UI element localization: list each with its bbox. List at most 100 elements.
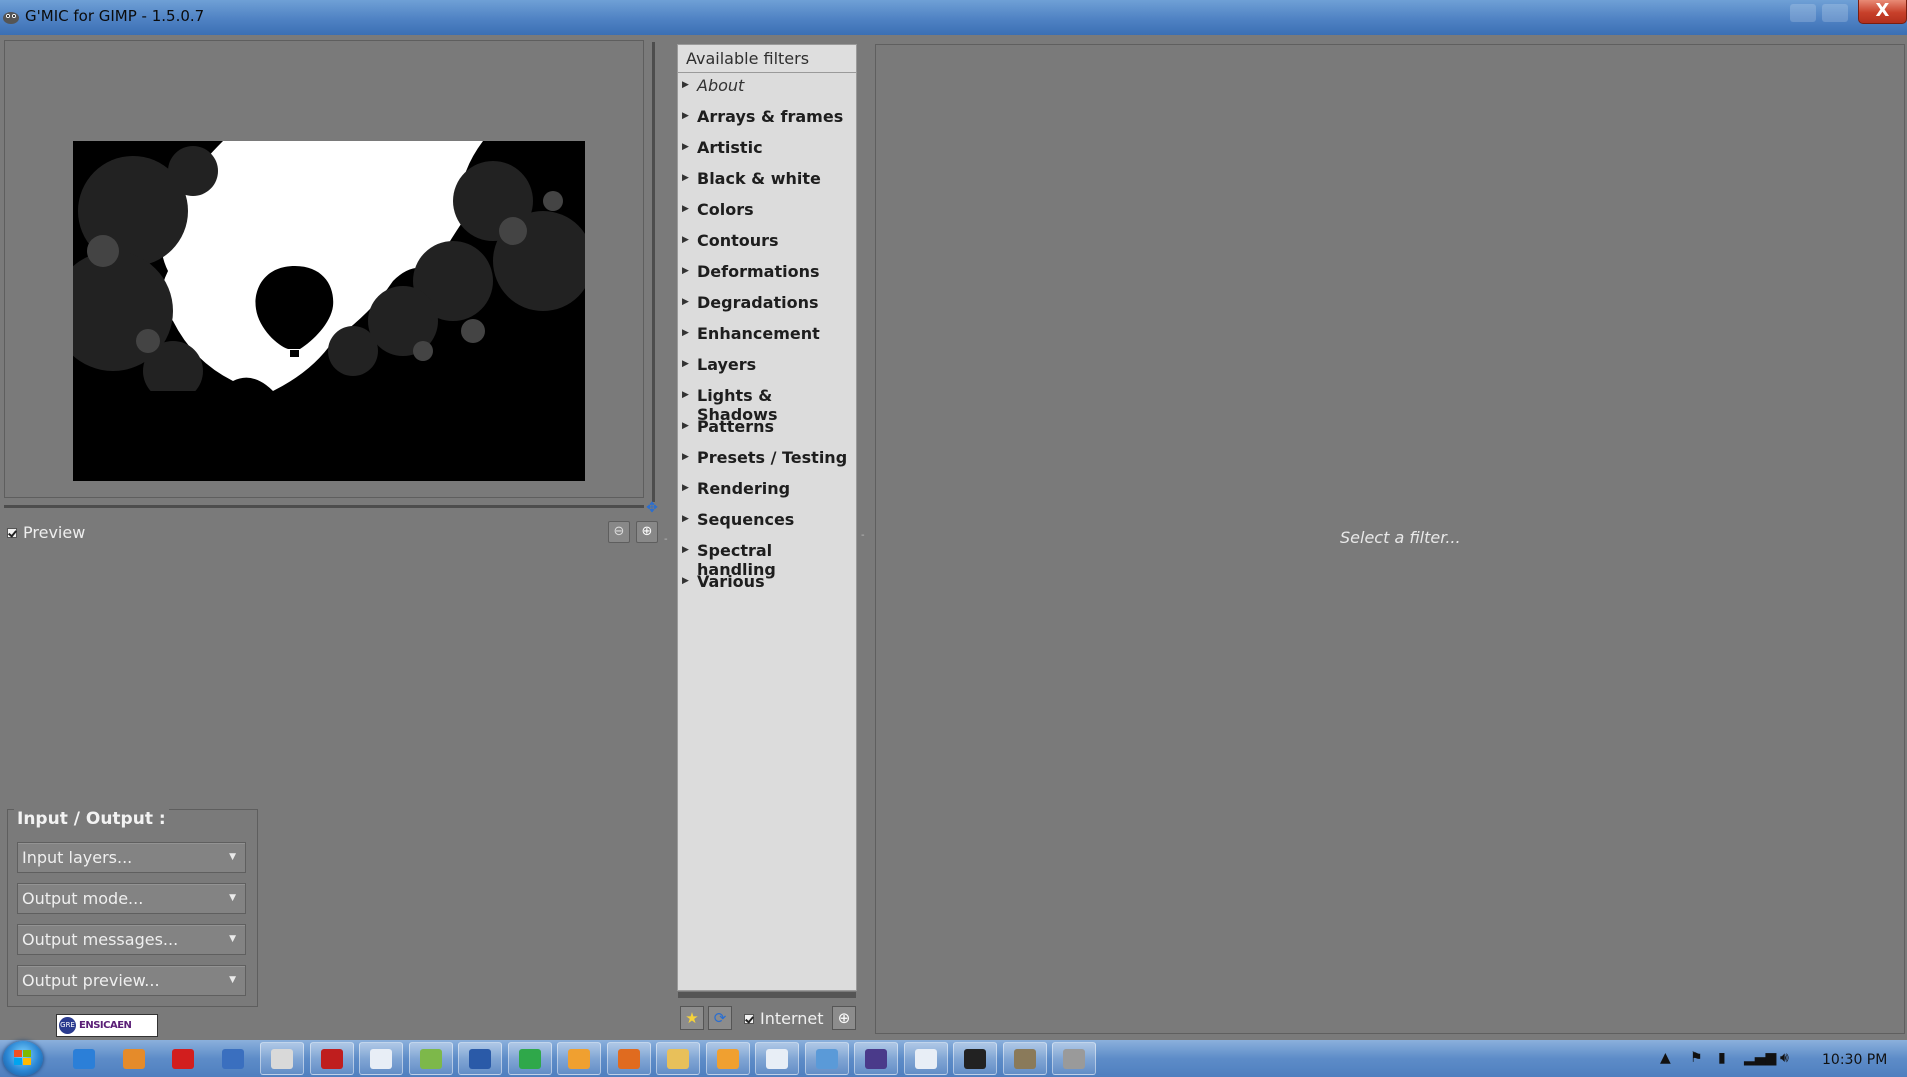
- expand-arrow-icon[interactable]: ▶: [682, 514, 689, 524]
- vertical-splitter[interactable]: [652, 42, 655, 502]
- filter-category-item[interactable]: ▶ Patterns: [678, 416, 856, 444]
- zoom-out-button[interactable]: ⊖: [608, 521, 630, 543]
- filters-tree[interactable]: ▶ About ▶ Arrays & frames ▶ Artistic ▶ Black & …: [677, 73, 857, 991]
- filter-category-item[interactable]: ▶ Presets / Testing: [678, 447, 856, 475]
- filter-category-item[interactable]: ▶ Sequences: [678, 509, 856, 537]
- taskbar-app-button[interactable]: [1002, 1042, 1047, 1075]
- expand-arrow-icon[interactable]: ▶: [682, 173, 689, 183]
- filter-category-item[interactable]: ▶ Degradations: [678, 292, 856, 320]
- horizontal-splitter[interactable]: [4, 505, 644, 508]
- internet-checkbox[interactable]: Internet: [744, 1009, 824, 1028]
- zoom-icon: ⊕: [837, 1009, 851, 1027]
- taskbar-app-button[interactable]: [705, 1042, 750, 1075]
- expand-arrow-icon[interactable]: ▶: [682, 204, 689, 214]
- taskbar-app-button[interactable]: [656, 1042, 700, 1075]
- preview-checkbox-box[interactable]: [7, 527, 17, 538]
- taskbar-app-button[interactable]: [309, 1042, 354, 1075]
- filter-category-label: Presets / Testing: [697, 448, 848, 467]
- network-icon[interactable]: ▂▄▆: [1744, 1050, 1776, 1066]
- expand-arrow-icon[interactable]: ▶: [682, 142, 689, 152]
- filter-category-item[interactable]: ▶ Black & white: [678, 168, 856, 196]
- output-messages-select[interactable]: Output messages... ▼: [17, 924, 246, 955]
- filter-category-item[interactable]: ▶ Deformations: [678, 261, 856, 289]
- ensicaen-logo[interactable]: GRE ENSICAEN: [56, 1014, 158, 1037]
- filter-category-item[interactable]: ▶ Artistic: [678, 137, 856, 165]
- taskbar-app-button[interactable]: [903, 1042, 948, 1075]
- taskbar-app-button[interactable]: [260, 1042, 304, 1075]
- minimize-button[interactable]: [1790, 4, 1816, 22]
- expand-arrow-icon[interactable]: ▶: [682, 80, 689, 90]
- expand-arrow-icon[interactable]: ▶: [682, 266, 689, 276]
- taskbar-app-button[interactable]: [1052, 1042, 1096, 1075]
- filter-category-item[interactable]: ▶ About: [678, 75, 856, 103]
- filter-category-label: Black & white: [697, 169, 821, 188]
- taskbar-app-button[interactable]: [458, 1042, 502, 1075]
- window-app-icon-2: [766, 1048, 788, 1069]
- expand-arrow-icon[interactable]: ▶: [682, 390, 689, 400]
- tree-horizontal-scrollbar[interactable]: [678, 992, 856, 998]
- taskbar-app-button[interactable]: [112, 1042, 156, 1075]
- taskbar-app-button[interactable]: [755, 1042, 799, 1075]
- filter-category-label: Degradations: [697, 293, 819, 312]
- taskbar-app-button[interactable]: [62, 1042, 106, 1075]
- expand-arrow-icon[interactable]: ▶: [682, 111, 689, 121]
- expand-arrow-icon[interactable]: ▶: [682, 359, 689, 369]
- expand-arrow-icon[interactable]: ▶: [682, 421, 689, 431]
- left-splitter-handle[interactable]: -: [664, 534, 668, 545]
- expand-arrow-icon[interactable]: ▶: [682, 576, 689, 586]
- taskbar-app-button[interactable]: [211, 1042, 255, 1075]
- filter-category-item[interactable]: ▶ Rendering: [678, 478, 856, 506]
- expand-arrow-icon[interactable]: ▶: [682, 297, 689, 307]
- taskbar-app-button[interactable]: [854, 1042, 898, 1075]
- taskbar-app-button[interactable]: [161, 1042, 205, 1075]
- close-button[interactable]: X: [1858, 0, 1907, 24]
- expand-arrow-icon[interactable]: ▶: [682, 483, 689, 493]
- action-center-flag-icon[interactable]: ⚑: [1690, 1050, 1703, 1066]
- taskbar-app-button[interactable]: [606, 1042, 651, 1075]
- show-hidden-icons-icon[interactable]: ▲: [1660, 1050, 1671, 1066]
- filter-category-item[interactable]: ▶ Contours: [678, 230, 856, 258]
- power-icon[interactable]: ▮: [1718, 1050, 1726, 1066]
- filter-category-item[interactable]: ▶ Enhancement: [678, 323, 856, 351]
- output-mode-select[interactable]: Output mode... ▼: [17, 883, 246, 914]
- start-button[interactable]: [3, 1041, 43, 1076]
- expand-arrow-icon[interactable]: ▶: [682, 545, 689, 555]
- volume-icon[interactable]: 🔊︎: [1780, 1050, 1789, 1066]
- taskbar-app-button[interactable]: [953, 1042, 997, 1075]
- output-preview-select[interactable]: Output preview... ▼: [17, 965, 246, 996]
- taskbar-app-button[interactable]: [359, 1042, 403, 1075]
- zoom-in-button[interactable]: ⊕: [636, 521, 658, 543]
- dropdown-arrow-icon: ▼: [229, 975, 236, 985]
- filter-category-item[interactable]: ▶ Various: [678, 571, 856, 599]
- windows-flag-icon: [14, 1050, 31, 1065]
- right-splitter-handle[interactable]: -: [861, 530, 865, 541]
- taskbar-app-button[interactable]: [557, 1042, 601, 1075]
- filter-category-item[interactable]: ▶ Spectral handling: [678, 540, 856, 579]
- internet-checkbox-box[interactable]: [744, 1013, 754, 1024]
- expand-arrow-icon[interactable]: ▶: [682, 235, 689, 245]
- move-handle-icon[interactable]: ✥: [645, 501, 659, 515]
- expand-arrow-icon[interactable]: ▶: [682, 328, 689, 338]
- explorer-icon: [667, 1048, 689, 1069]
- network-app-icon: [221, 1048, 244, 1069]
- taskbar: ▲ ⚑ ▮ ▂▄▆ 🔊︎ 10:30 PM: [0, 1040, 1907, 1077]
- input-layers-select[interactable]: Input layers... ▼: [17, 842, 246, 873]
- maximize-button[interactable]: [1822, 4, 1848, 22]
- filter-category-item[interactable]: ▶ Lights & Shadows: [678, 385, 856, 424]
- preview-checkbox[interactable]: Preview: [7, 523, 85, 542]
- favorites-button[interactable]: ★: [680, 1006, 704, 1030]
- preview-image[interactable]: [73, 141, 585, 481]
- refresh-button[interactable]: ⟳: [708, 1006, 732, 1030]
- taskbar-app-button[interactable]: [408, 1042, 453, 1075]
- filter-category-item[interactable]: ▶ Colors: [678, 199, 856, 227]
- filter-category-item[interactable]: ▶ Arrays & frames: [678, 106, 856, 134]
- taskbar-app-button[interactable]: [804, 1042, 849, 1075]
- filter-category-item[interactable]: ▶ Layers: [678, 354, 856, 382]
- filter-search-button[interactable]: ⊕: [832, 1006, 856, 1030]
- gmic-icon: [1063, 1048, 1085, 1069]
- taskbar-app-button[interactable]: [507, 1042, 552, 1075]
- filters-header[interactable]: Available filters (283) :: [677, 44, 857, 95]
- filter-category-label: Colors: [697, 200, 754, 219]
- clock[interactable]: 10:30 PM: [1822, 1052, 1887, 1068]
- expand-arrow-icon[interactable]: ▶: [682, 452, 689, 462]
